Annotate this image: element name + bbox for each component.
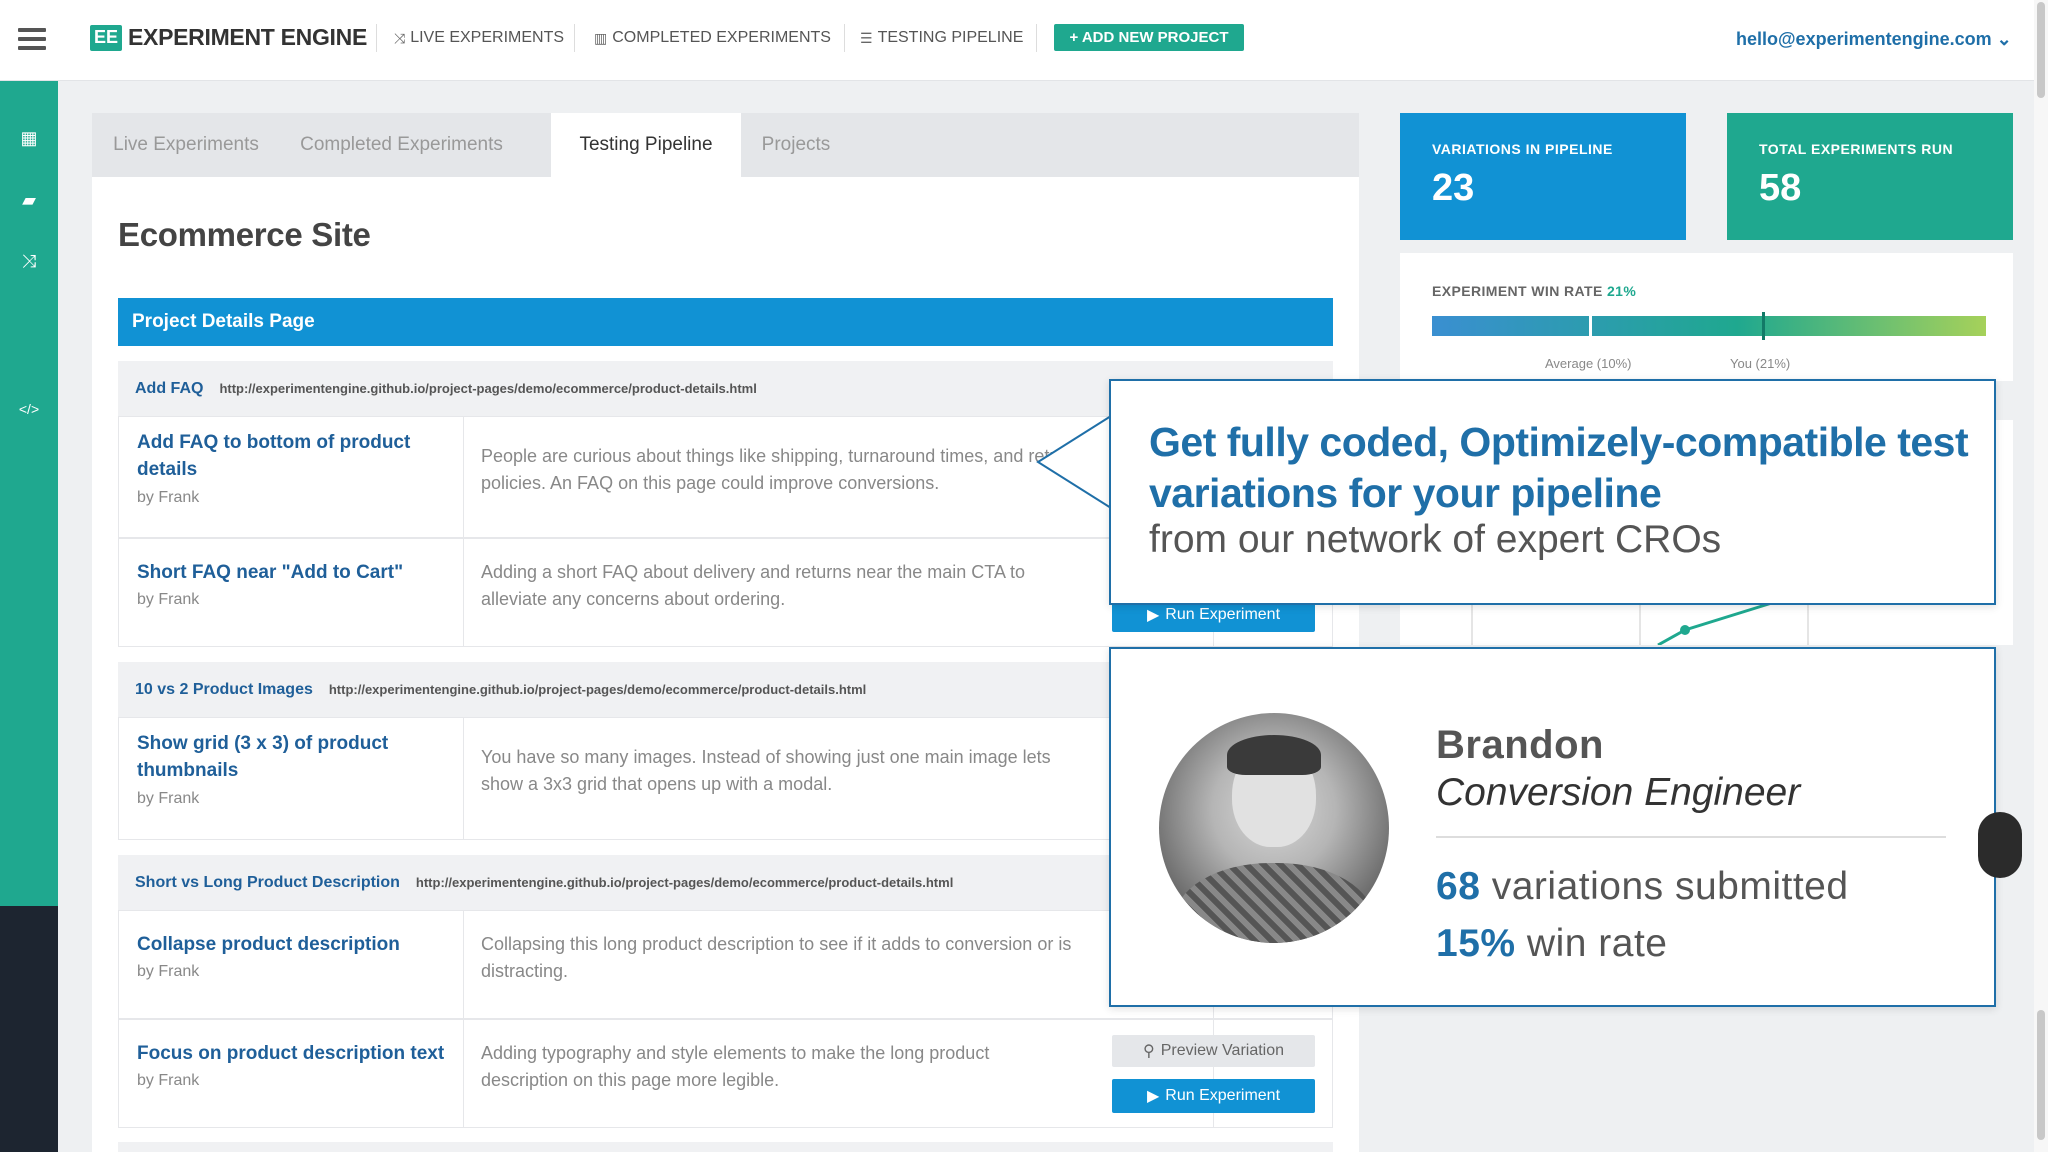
description-cell: Adding a short FAQ about delivery and re…	[464, 539, 1214, 646]
average-label: Average (10%)	[1545, 356, 1632, 371]
user-menu[interactable]: hello@experimentengine.com ⌄	[1736, 29, 2012, 50]
variation-author: by Frank	[137, 790, 200, 807]
variation-author: by Frank	[137, 591, 200, 608]
variation-description: Adding typography and style elements to …	[481, 1043, 990, 1090]
tab-projects[interactable]: Projects	[741, 113, 851, 177]
search-icon: ⚲	[1142, 1043, 1155, 1060]
tab-completed-experiments[interactable]: Completed Experiments	[280, 113, 523, 177]
nav-completed-experiments[interactable]: ▥ COMPLETED EXPERIMENTS	[594, 29, 831, 47]
play-icon: ▶	[1146, 1088, 1160, 1105]
stat-label: VARIATIONS IN PIPELINE	[1432, 141, 1613, 157]
description-cell: You have so many images. Instead of show…	[464, 718, 1214, 839]
chevron-down-icon: ⌄	[1996, 29, 2012, 49]
variation-description: Adding a short FAQ about delivery and re…	[481, 562, 1025, 609]
you-marker	[1762, 312, 1765, 340]
add-new-project-button[interactable]: + ADD NEW PROJECT	[1054, 24, 1244, 51]
promo-callout: Get fully coded, Optimizely-compatible t…	[1109, 379, 1996, 605]
variation-title[interactable]: Add FAQ to bottom of product details	[137, 429, 457, 483]
bar-chart-icon: ▥	[594, 29, 608, 46]
user-email: hello@experimentengine.com	[1736, 29, 1992, 49]
description-cell: Adding typography and style elements to …	[464, 1020, 1214, 1127]
next-group-header	[118, 1142, 1333, 1152]
sidebar-footer	[0, 906, 58, 1152]
divider	[1436, 836, 1946, 838]
group-name: 10 vs 2 Product Images	[135, 680, 313, 698]
variation-title[interactable]: Collapse product description	[137, 931, 457, 958]
variation-title[interactable]: Short FAQ near "Add to Cart"	[137, 559, 457, 586]
list-icon: ☰	[860, 29, 873, 46]
callout-headline: Get fully coded, Optimizely-compatible t…	[1149, 419, 1969, 516]
variation-description: Collapsing this long product description…	[481, 934, 1072, 981]
dashboard-icon[interactable]: ▦	[11, 126, 47, 150]
stat-label: TOTAL EXPERIMENTS RUN	[1759, 141, 1954, 157]
top-navigation-bar: EE EXPERIMENT ENGINE ⤨ LIVE EXPERIMENTS ▥…	[0, 0, 2048, 81]
win-rate-metric: 15% win rate	[1436, 922, 1668, 965]
logo-badge: EE	[90, 24, 122, 51]
win-rate-card: EXPERIMENT WIN RATE 21% Average (10%) Yo…	[1400, 253, 2013, 381]
group-url[interactable]: http://experimentengine.github.io/projec…	[329, 682, 866, 697]
folder-icon[interactable]: ▰	[11, 188, 47, 212]
tab-live-experiments[interactable]: Live Experiments	[92, 113, 280, 177]
code-icon[interactable]: </>	[11, 397, 47, 421]
shuffle-icon[interactable]: ⤨	[11, 249, 47, 273]
variation-author: by Frank	[137, 489, 200, 506]
group-name: Add FAQ	[135, 379, 204, 397]
nav-live-experiments[interactable]: ⤨ LIVE EXPERIMENTS	[394, 29, 564, 47]
variation-author: by Frank	[137, 1072, 200, 1089]
logo-text: EXPERIMENT ENGINE	[128, 24, 367, 50]
variation-cell: Collapse product description by Frank	[119, 911, 464, 1018]
description-cell: Collapsing this long product description…	[464, 911, 1214, 1018]
shuffle-icon: ⤨	[394, 29, 406, 46]
group-url[interactable]: http://experimentengine.github.io/projec…	[416, 875, 953, 890]
callout-subline: from our network of expert CROs	[1149, 518, 1722, 561]
variations-submitted-metric: 68 variations submitted	[1436, 865, 1849, 908]
menu-icon[interactable]	[18, 28, 46, 50]
nav-divider	[376, 24, 377, 52]
avatar	[1159, 713, 1389, 943]
win-rate-bar	[1432, 312, 1986, 340]
preview-variation-button[interactable]: ⚲ Preview Variation	[1112, 1035, 1315, 1067]
nav-divider	[1036, 24, 1037, 52]
group-url[interactable]: http://experimentengine.github.io/projec…	[219, 381, 756, 396]
page-title: Ecommerce Site	[118, 216, 371, 253]
variation-cell: Add FAQ to bottom of product details by …	[119, 417, 464, 537]
group-name: Short vs Long Product Description	[135, 873, 400, 891]
play-icon: ▶	[1146, 607, 1160, 624]
callout-pointer	[1036, 414, 1114, 510]
win-rate-label: EXPERIMENT WIN RATE 21%	[1432, 283, 1637, 299]
variation-cell: Short FAQ near "Add to Cart" by Frank	[119, 539, 464, 646]
you-label: You (21%)	[1730, 356, 1791, 371]
variation-title[interactable]: Show grid (3 x 3) of product thumbnails	[137, 730, 457, 784]
page-scrollbar[interactable]	[2034, 0, 2048, 1152]
expert-profile-card: Brandon Conversion Engineer 68 variation…	[1109, 647, 1996, 1007]
expert-role: Conversion Engineer	[1436, 771, 1801, 814]
nav-divider	[844, 24, 845, 52]
floating-action-icon[interactable]	[1978, 812, 2022, 878]
win-rate-value: 21%	[1606, 283, 1637, 299]
variation-cell: Focus on product description text by Fra…	[119, 1020, 464, 1127]
total-experiments-card: TOTAL EXPERIMENTS RUN 58	[1727, 113, 2013, 240]
scrollbar-thumb-top[interactable]	[2037, 2, 2045, 98]
variations-in-pipeline-card: VARIATIONS IN PIPELINE 23	[1400, 113, 1686, 240]
app-logo[interactable]: EE EXPERIMENT ENGINE	[90, 24, 367, 51]
scrollbar-thumb-bottom[interactable]	[2037, 1010, 2045, 1140]
stat-value: 58	[1759, 167, 1802, 209]
section-header: Project Details Page	[118, 298, 1333, 346]
expert-name: Brandon	[1436, 723, 1604, 767]
run-experiment-button[interactable]: ▶ Run Experiment	[1112, 1079, 1315, 1113]
variation-description: People are curious about things like shi…	[481, 446, 1076, 493]
nav-divider	[574, 24, 575, 52]
sidebar: ▦ ▰ ⤨ </>	[0, 81, 58, 906]
variation-title[interactable]: Focus on product description text	[137, 1040, 457, 1067]
nav-testing-pipeline[interactable]: ☰ TESTING PIPELINE	[860, 29, 1023, 47]
project-tabs: Live Experiments Completed Experiments T…	[92, 113, 1359, 177]
variation-cell: Show grid (3 x 3) of product thumbnails …	[119, 718, 464, 839]
average-marker	[1589, 312, 1592, 340]
stat-value: 23	[1432, 167, 1475, 209]
variation-description: You have so many images. Instead of show…	[481, 747, 1051, 794]
tab-testing-pipeline[interactable]: Testing Pipeline	[551, 113, 741, 177]
variation-author: by Frank	[137, 963, 200, 980]
